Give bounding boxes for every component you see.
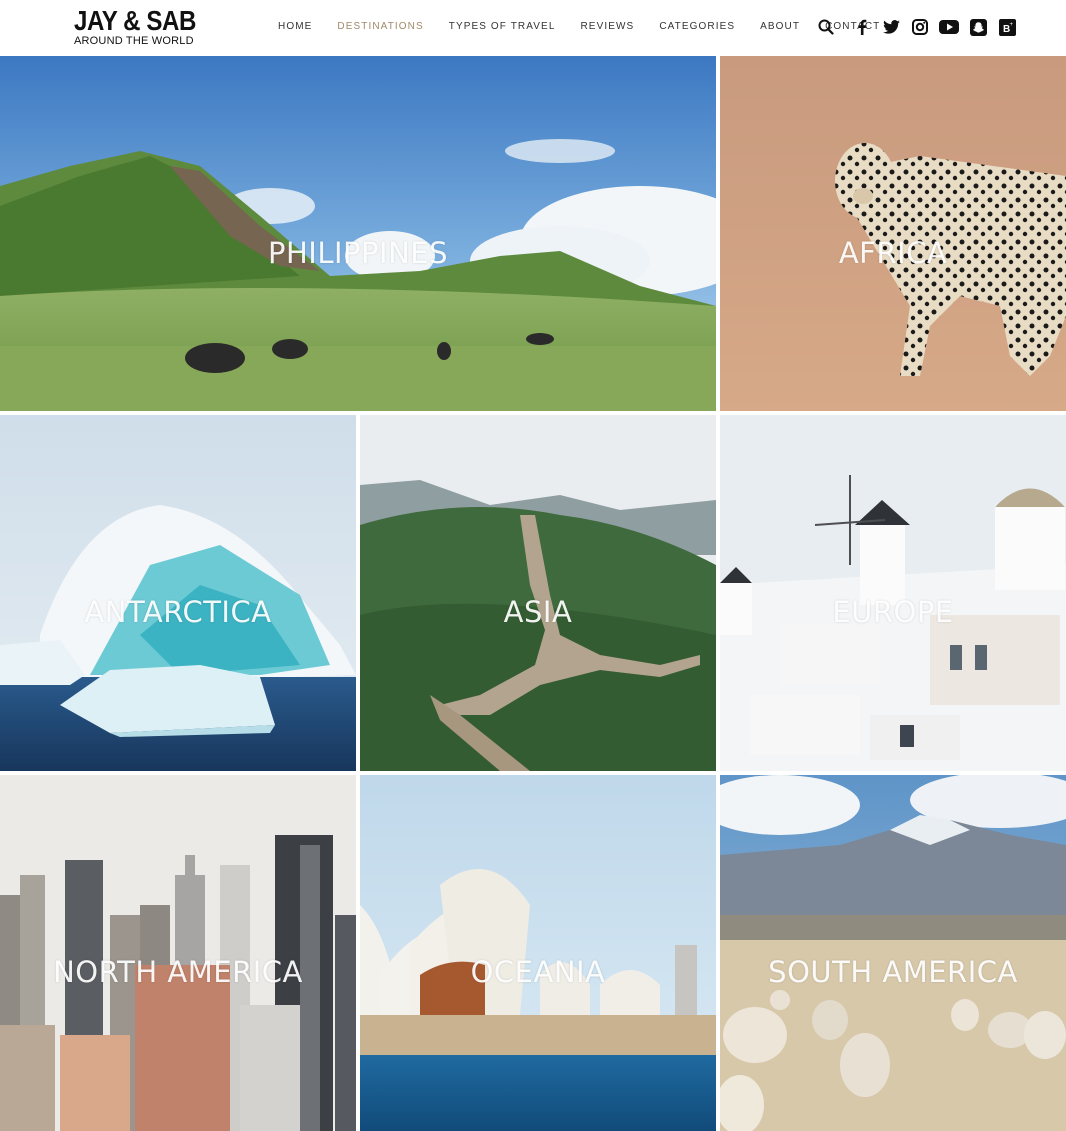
destination-label-asia: ASIA bbox=[503, 595, 573, 629]
destination-tile-philippines[interactable]: PHILIPPINES bbox=[0, 56, 716, 411]
destination-tile-north-america[interactable]: NORTH AMERICA bbox=[0, 775, 356, 1131]
twitter-icon[interactable] bbox=[881, 17, 901, 37]
destination-tile-south-america[interactable]: SOUTH AMERICA bbox=[720, 775, 1066, 1131]
asia-great-wall-image bbox=[360, 415, 716, 771]
destination-tile-antarctica[interactable]: ANTARCTICA bbox=[0, 415, 356, 771]
instagram-icon[interactable] bbox=[910, 17, 930, 37]
destination-label-africa: AFRICA bbox=[838, 236, 948, 270]
destination-label-antarctica: ANTARCTICA bbox=[84, 595, 272, 629]
africa-leopard-image bbox=[720, 56, 1066, 411]
destination-tile-africa[interactable]: AFRICA bbox=[720, 56, 1066, 411]
snapchat-icon[interactable] bbox=[968, 17, 988, 37]
logo-subtitle: AROUND THE WORLD bbox=[74, 35, 194, 47]
destination-label-philippines: PHILIPPINES bbox=[267, 236, 448, 270]
nav-reviews[interactable]: REVIEWS bbox=[580, 21, 634, 33]
destination-tile-oceania[interactable]: OCEANIA bbox=[360, 775, 716, 1131]
site-logo[interactable]: JAY & SAB AROUND THE WORLD bbox=[74, 7, 216, 47]
philippines-landscape-image bbox=[0, 56, 716, 411]
destination-label-south-america: SOUTH AMERICA bbox=[768, 955, 1018, 989]
destinations-grid: PHILIPPINES AFRICA ANTARCTICA ASIA EUROP… bbox=[0, 56, 1066, 1131]
nav-types-of-travel[interactable]: TYPES OF TRAVEL bbox=[449, 21, 556, 33]
nav-categories[interactable]: CATEGORIES bbox=[659, 21, 735, 33]
svg-text:+: + bbox=[1009, 22, 1013, 28]
logo-title: JAY & SAB bbox=[74, 5, 196, 36]
south-america-sheep-image bbox=[720, 775, 1066, 1131]
site-header: JAY & SAB AROUND THE WORLD HOME DESTINAT… bbox=[0, 0, 1066, 55]
europe-santorini-image bbox=[720, 415, 1066, 771]
destination-label-europe: EUROPE bbox=[832, 595, 954, 629]
destination-tile-europe[interactable]: EUROPE bbox=[720, 415, 1066, 771]
nav-about[interactable]: ABOUT bbox=[760, 21, 800, 33]
main-nav: HOME DESTINATIONS TYPES OF TRAVEL REVIEW… bbox=[278, 21, 905, 33]
oceania-opera-house-image bbox=[360, 775, 716, 1131]
antarctica-iceberg-image bbox=[0, 415, 356, 771]
facebook-icon[interactable] bbox=[852, 17, 872, 37]
north-america-city-image bbox=[0, 775, 356, 1131]
bloglovin-icon[interactable]: B + bbox=[997, 17, 1017, 37]
destination-label-oceania: OCEANIA bbox=[470, 955, 606, 989]
nav-home[interactable]: HOME bbox=[278, 21, 312, 33]
youtube-icon[interactable] bbox=[939, 17, 959, 37]
destination-label-north-america: NORTH AMERICA bbox=[53, 955, 303, 989]
nav-destinations[interactable]: DESTINATIONS bbox=[337, 21, 423, 33]
search-icon[interactable] bbox=[816, 17, 836, 37]
header-icons: B + bbox=[816, 17, 1026, 37]
destination-tile-asia[interactable]: ASIA bbox=[360, 415, 716, 771]
